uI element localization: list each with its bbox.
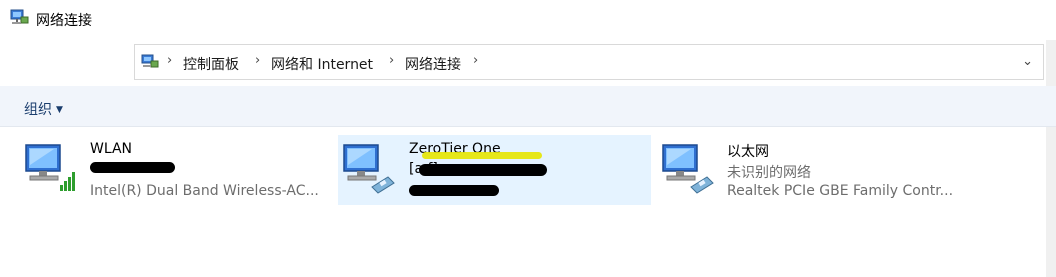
breadcrumb-separator-icon[interactable]: ›	[473, 53, 478, 68]
ethernet-adapter-icon	[343, 144, 395, 194]
vertical-scrollbar[interactable]	[1046, 40, 1056, 277]
breadcrumb-network-internet[interactable]: 网络和 Internet	[271, 54, 373, 74]
redacted-block	[409, 185, 499, 196]
adapter-name: 以太网	[727, 144, 769, 160]
ethernet-adapter-icon	[662, 144, 714, 194]
network-folder-icon	[141, 54, 159, 68]
highlight-mark	[422, 152, 542, 159]
adapter-item-zerotier[interactable]: ZeroTier One [a f]	[338, 135, 651, 205]
caret-down-icon: ▼	[56, 105, 63, 115]
address-dropdown-icon[interactable]: ⌄	[1022, 54, 1033, 69]
adapter-device: Realtek PCIe GBE Family Contr...	[727, 183, 954, 199]
wifi-adapter-icon	[25, 144, 75, 191]
network-connections-icon	[10, 9, 29, 24]
adapter-item-ethernet[interactable]: 以太网 未识别的网络 Realtek PCIe GBE Family Contr…	[657, 135, 967, 205]
breadcrumb-separator-icon[interactable]: ›	[255, 53, 260, 68]
adapter-device: Intel(R) Dual Band Wireless-AC...	[90, 183, 319, 199]
address-bar[interactable]: › 控制面板 › 网络和 Internet › 网络连接 › ⌄	[134, 44, 1044, 80]
breadcrumb-separator-icon[interactable]: ›	[167, 53, 172, 68]
window-title: 网络连接	[36, 13, 92, 29]
redacted-block	[419, 164, 547, 176]
organize-button[interactable]: 组织 ▼	[24, 99, 63, 119]
adapter-name: WLAN	[90, 141, 133, 157]
organize-label: 组织	[24, 102, 52, 118]
adapter-status: 未识别的网络	[727, 165, 811, 181]
title-bar: 网络连接	[0, 0, 1056, 40]
adapter-list: WLAN Intel(R) Dual Band Wireless-AC... Z…	[0, 127, 1046, 277]
breadcrumb-separator-icon[interactable]: ›	[389, 53, 394, 68]
breadcrumb-network-connections[interactable]: 网络连接	[405, 54, 461, 74]
adapter-item-wlan[interactable]: WLAN Intel(R) Dual Band Wireless-AC...	[20, 135, 330, 205]
breadcrumb-control-panel[interactable]: 控制面板	[183, 54, 239, 74]
command-bar: 组织 ▼	[0, 86, 1056, 127]
redacted-block	[90, 162, 175, 173]
